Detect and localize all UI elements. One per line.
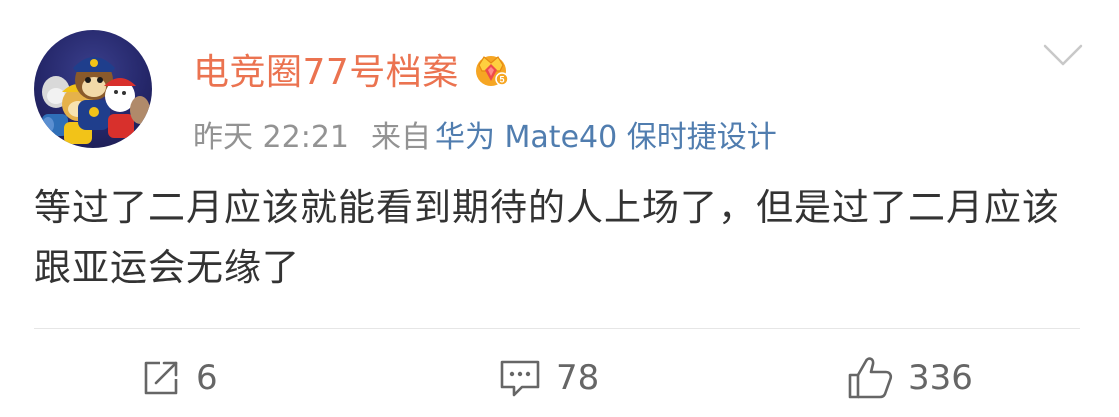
username[interactable]: 电竞圈77号档案 [193,43,459,95]
post-time: 昨天 22:21 [193,120,349,155]
chevron-down-icon[interactable] [1042,40,1084,70]
comment-icon [500,360,540,397]
comment-button[interactable]: 78 [498,352,599,404]
user-avatar[interactable] [34,30,152,148]
like-count: 336 [908,358,973,398]
repost-button[interactable]: 6 [140,352,218,404]
like-button[interactable]: 336 [846,352,973,404]
thumbs-up-icon [848,357,893,399]
post-meta: 昨天 22:21 来自 华为 Mate40 保时捷设计 [193,112,777,156]
vip-crown-icon: 5 [475,56,509,86]
divider [34,328,1080,329]
source-device-link[interactable]: 华为 Mate40 保时捷设计 [435,112,777,156]
repost-icon [144,361,178,395]
user-header: 电竞圈77号档案 5 [193,44,511,94]
comment-count: 78 [556,358,600,398]
post-text: 等过了二月应该就能看到期待的人上场了，但是过了二月应该跟亚运会无缘了 [34,186,1060,289]
weibo-post: 电竞圈77号档案 5 昨天 22:21 来自 华为 Mate40 保时捷设计 等… [0,0,1119,417]
source-prefix: 来自 [371,120,431,155]
svg-text:5: 5 [499,75,504,85]
repost-count: 6 [196,358,218,398]
paw-patrol-avatar-illustration [42,57,150,144]
